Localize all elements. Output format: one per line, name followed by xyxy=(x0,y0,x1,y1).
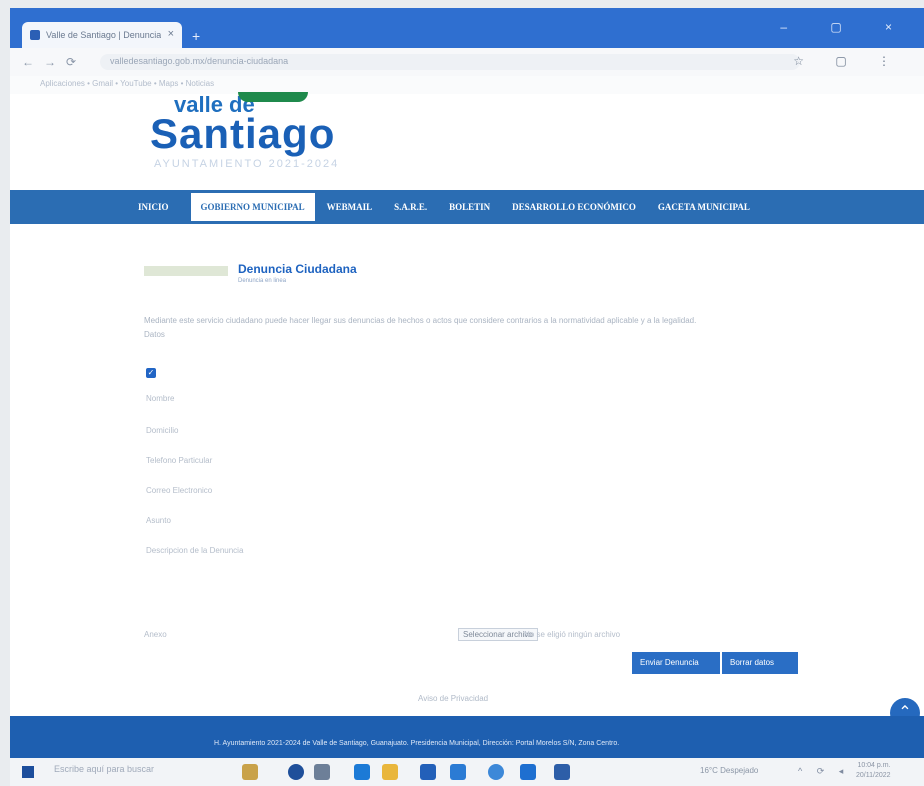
page-title: Denuncia Ciudadana xyxy=(238,262,357,276)
field-label-nombre[interactable]: Nombre xyxy=(146,394,174,403)
clock-date: 20/11/2022 xyxy=(856,772,891,779)
page-header: Denuncia Ciudadana Denuncia en linea xyxy=(144,262,357,284)
back-icon[interactable]: ← xyxy=(22,55,34,69)
intro-text: Mediante este servicio ciudadano puede h… xyxy=(144,314,794,342)
screen: Valle de Santiago | Denuncia × + – ▢ × ←… xyxy=(10,8,924,786)
bookmarks-bar[interactable]: Aplicaciones • Gmail • YouTube • Maps • … xyxy=(10,76,924,94)
clock-time: 10:04 p.m. xyxy=(857,762,891,769)
file-explorer-icon[interactable] xyxy=(382,764,398,780)
send-report-button[interactable]: Enviar Denuncia xyxy=(632,652,720,674)
site-logo[interactable]: valle de Santiago AYUNTAMIENTO 2021-2024 xyxy=(150,88,410,170)
field-label-domicilio[interactable]: Domicilio xyxy=(146,426,178,435)
weather-widget[interactable]: 16°C Despejado xyxy=(700,766,758,775)
menu-boletin[interactable]: BOLETIN xyxy=(449,202,490,212)
taskbar-app-icon[interactable] xyxy=(242,764,258,780)
menu-gobierno-municipal[interactable]: GOBIERNO MUNICIPAL xyxy=(190,193,315,221)
menu-desarrollo-economico[interactable]: DESARROLLO ECONÓMICO xyxy=(512,202,636,212)
main-menu: INICIO GOBIERNO MUNICIPAL WEBMAIL S.A.R.… xyxy=(10,190,924,224)
site-footer: H. Ayuntamiento 2021-2024 de Valle de Sa… xyxy=(10,716,924,758)
field-label-asunto[interactable]: Asunto xyxy=(146,516,171,525)
page-subtitle: Denuncia en linea xyxy=(238,278,287,284)
mail-icon[interactable] xyxy=(420,764,436,780)
cortana-icon[interactable] xyxy=(288,764,304,780)
clear-data-button[interactable]: Borrar datos xyxy=(722,652,798,674)
menu-inicio[interactable]: INICIO xyxy=(138,202,169,212)
logo-santiago-text: Santiago xyxy=(150,110,336,157)
new-tab-icon[interactable]: + xyxy=(192,28,200,44)
browser-tab[interactable]: Valle de Santiago | Denuncia × xyxy=(22,22,182,48)
file-status-text: No se eligió ningún archivo xyxy=(524,630,621,639)
footer-text: H. Ayuntamiento 2021-2024 de Valle de Sa… xyxy=(214,740,620,747)
forward-icon[interactable]: → xyxy=(44,55,56,69)
menu-sare[interactable]: S.A.R.E. xyxy=(394,202,427,212)
taskbar-search[interactable]: Escribe aquí para buscar xyxy=(54,764,154,774)
field-label-correo[interactable]: Correo Electronico xyxy=(146,486,212,495)
tab-title: Valle de Santiago | Denuncia xyxy=(46,30,162,40)
close-tab-icon[interactable]: × xyxy=(168,28,174,40)
field-label-telefono[interactable]: Telefono Particular xyxy=(146,456,212,465)
logo-swoosh-icon xyxy=(238,92,308,102)
browser-tabbar: Valle de Santiago | Denuncia × + – ▢ × xyxy=(10,8,924,48)
system-tray-icons[interactable]: ^ ⟳ ◂ xyxy=(798,766,849,777)
word-icon[interactable] xyxy=(554,764,570,780)
menu-gaceta-municipal[interactable]: GACETA MUNICIPAL xyxy=(658,202,750,212)
logo-subtitle: AYUNTAMIENTO 2021-2024 xyxy=(154,158,340,170)
field-label-descripcion[interactable]: Descripcion de la Denuncia xyxy=(146,546,243,555)
url-input[interactable]: valledesantiago.gob.mx/denuncia-ciudadan… xyxy=(100,54,800,70)
file-label: Anexo xyxy=(144,630,167,639)
favicon-icon xyxy=(30,30,40,40)
intro-line-1: Mediante este servicio ciudadano puede h… xyxy=(144,316,697,325)
address-bar-row: ← → ⟳ valledesantiago.gob.mx/denuncia-ci… xyxy=(10,48,924,76)
mini-logo-icon xyxy=(144,266,228,276)
app-icon[interactable] xyxy=(520,764,536,780)
privacy-notice-link[interactable]: Aviso de Privacidad xyxy=(418,694,488,703)
clock[interactable]: 10:04 p.m. 20/11/2022 xyxy=(856,761,891,781)
accept-checkbox[interactable]: ✓ xyxy=(146,368,156,378)
task-view-icon[interactable] xyxy=(314,764,330,780)
window-controls[interactable]: – ▢ × xyxy=(780,20,912,34)
browser-tools[interactable]: ☆ ▢ ⋮ xyxy=(793,54,904,68)
chrome-icon[interactable] xyxy=(488,764,504,780)
menu-webmail[interactable]: WEBMAIL xyxy=(327,202,373,212)
intro-line-2: Datos xyxy=(144,330,165,339)
edge-icon[interactable] xyxy=(354,764,370,780)
reload-icon[interactable]: ⟳ xyxy=(66,55,76,69)
windows-start-icon[interactable] xyxy=(22,766,34,778)
store-icon[interactable] xyxy=(450,764,466,780)
os-taskbar: Escribe aquí para buscar 16°C Despejado … xyxy=(10,758,924,786)
